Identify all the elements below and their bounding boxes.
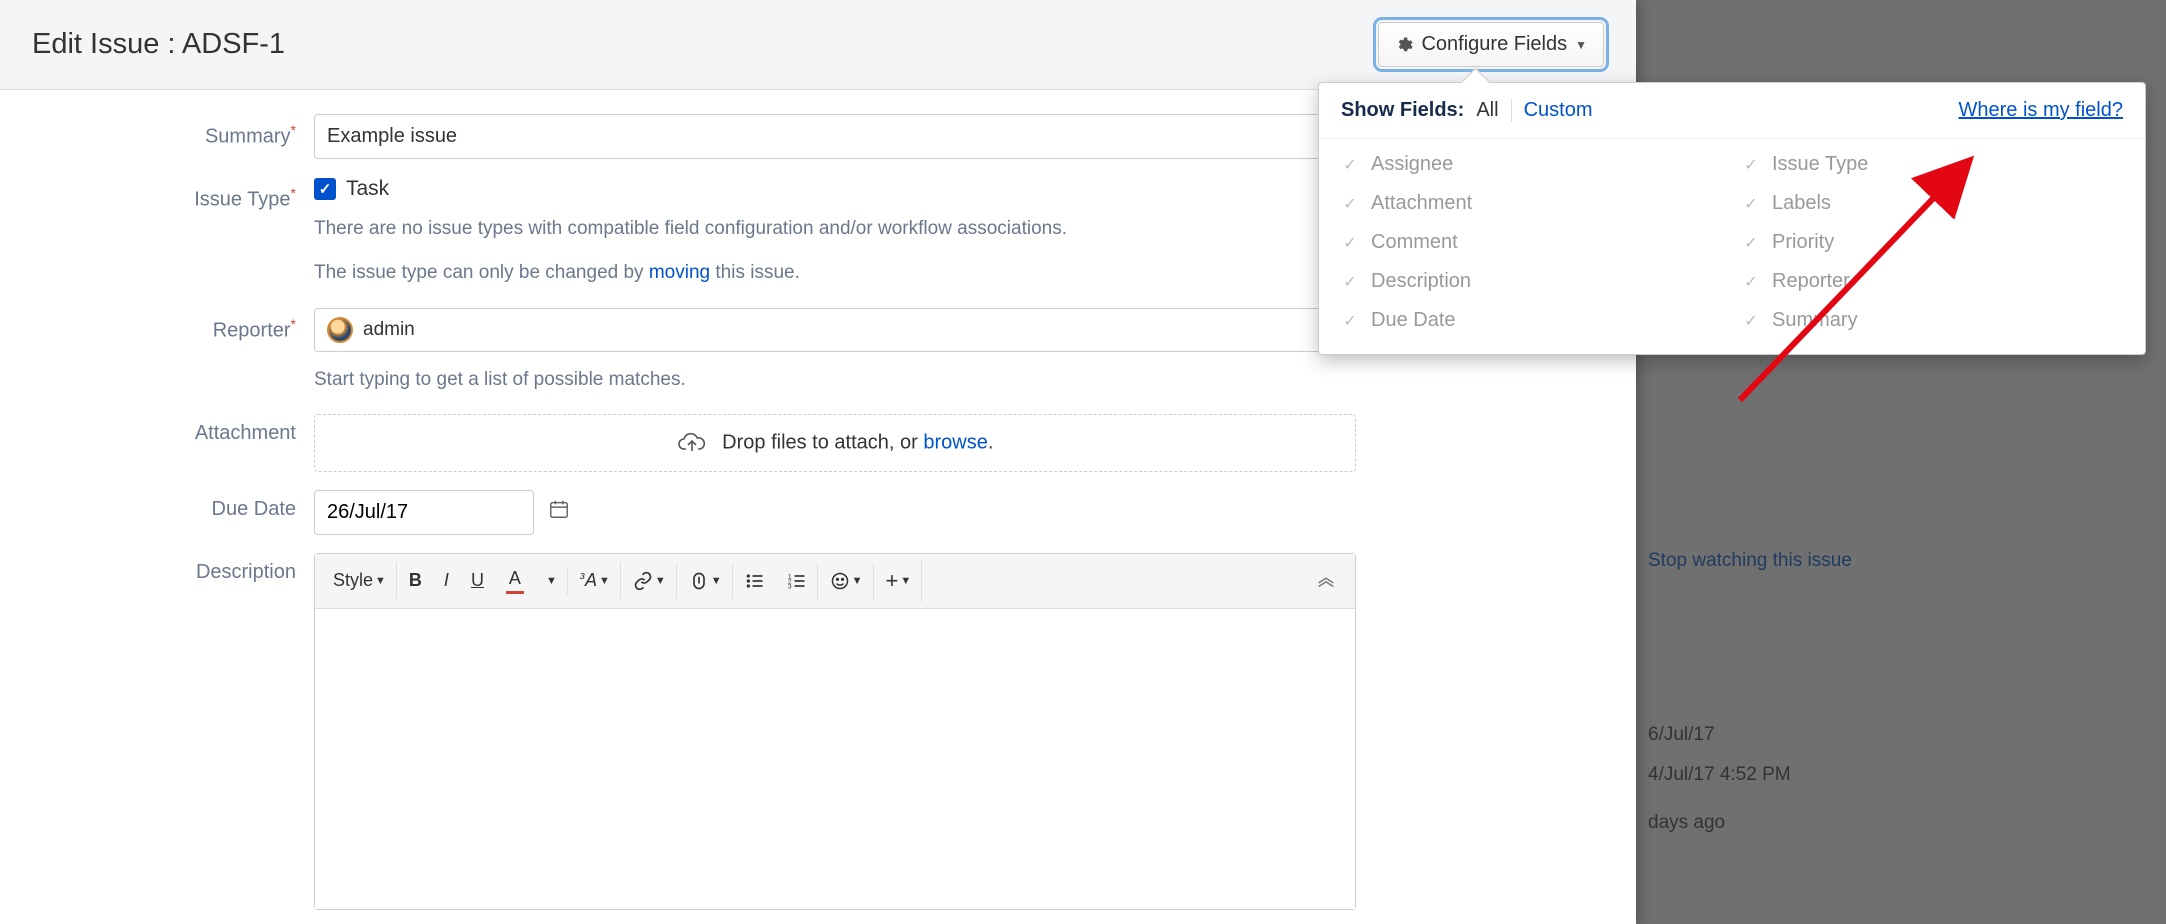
- field-item-attachment[interactable]: ✓Attachment: [1341, 192, 1722, 215]
- check-icon: ✓: [1742, 156, 1760, 174]
- svg-text:3: 3: [787, 583, 791, 590]
- issue-type-helper-1: There are no issue types with compatible…: [314, 213, 1356, 245]
- number-list-icon: 123: [787, 571, 807, 591]
- attachment-dropzone[interactable]: Drop files to attach, or browse.: [314, 414, 1356, 472]
- dialog-title: Edit Issue : ADSF-1: [32, 28, 285, 61]
- description-label: Description: [0, 553, 314, 584]
- field-item-description[interactable]: ✓Description: [1341, 270, 1722, 293]
- check-icon: ✓: [1341, 312, 1359, 330]
- check-icon: ✓: [1742, 234, 1760, 252]
- field-item-priority[interactable]: ✓Priority: [1742, 231, 2123, 254]
- calendar-icon[interactable]: [548, 498, 570, 526]
- rich-text-editor: Style ▼ B I U A ▼ ᴈA ▼ ▼ ▼: [314, 553, 1356, 910]
- field-item-issue-type[interactable]: ✓Issue Type: [1742, 153, 2123, 176]
- bullet-list-icon: [745, 571, 765, 591]
- rte-link-button[interactable]: ▼: [623, 563, 677, 599]
- rte-style-button[interactable]: Style ▼: [323, 562, 397, 599]
- summary-input[interactable]: [314, 114, 1356, 159]
- date-text-2: 4/Jul/17 4:52 PM: [1648, 764, 1791, 786]
- rte-underline-button[interactable]: U: [461, 562, 494, 599]
- configure-fields-dropdown: Show Fields: All Custom Where is my fiel…: [1318, 82, 2146, 355]
- show-fields-custom[interactable]: Custom: [1524, 99, 1593, 122]
- show-fields-all[interactable]: All: [1476, 99, 1511, 122]
- rte-attach-button[interactable]: ▼: [679, 563, 733, 599]
- issue-type-value: ✓ Task: [314, 177, 1356, 201]
- check-icon: ✓: [1742, 273, 1760, 291]
- where-is-my-field-link[interactable]: Where is my field?: [1959, 99, 2124, 122]
- check-icon: ✓: [1742, 312, 1760, 330]
- check-icon: ✓: [1341, 156, 1359, 174]
- rte-bold-button[interactable]: B: [399, 562, 432, 599]
- issue-type-label: Issue Type*: [0, 177, 314, 212]
- rte-italic-button[interactable]: I: [434, 562, 459, 599]
- reporter-value: admin: [363, 319, 415, 341]
- fields-column-2: ✓Issue Type ✓Labels ✓Priority ✓Reporter …: [1742, 153, 2123, 332]
- rte-bullet-list-button[interactable]: [735, 563, 775, 599]
- show-fields-label: Show Fields:: [1341, 99, 1464, 122]
- due-date-label: Due Date: [0, 490, 314, 521]
- date-text-3: days ago: [1648, 812, 1725, 834]
- reporter-label: Reporter*: [0, 308, 314, 343]
- field-item-summary[interactable]: ✓Summary: [1742, 309, 2123, 332]
- field-item-due-date[interactable]: ✓Due Date: [1341, 309, 1722, 332]
- check-icon: ✓: [1341, 234, 1359, 252]
- rte-text-color-button[interactable]: A: [496, 564, 534, 598]
- rte-color-caret[interactable]: ▼: [536, 567, 568, 595]
- field-item-assignee[interactable]: ✓Assignee: [1341, 153, 1722, 176]
- caret-down-icon: ▼: [1575, 38, 1587, 52]
- issue-type-helper-2: The issue type can only be changed by mo…: [314, 257, 1356, 289]
- rte-toolbar: Style ▼ B I U A ▼ ᴈA ▼ ▼ ▼: [315, 554, 1355, 609]
- summary-label: Summary*: [0, 114, 314, 149]
- chevrons-icon: [1315, 574, 1337, 588]
- rte-emoji-button[interactable]: ▼: [820, 563, 874, 599]
- dialog-header: Edit Issue : ADSF-1 Configure Fields ▼: [0, 0, 1636, 90]
- gear-icon: [1395, 36, 1413, 54]
- reporter-helper: Start typing to get a list of possible m…: [314, 364, 1356, 396]
- configure-fields-button[interactable]: Configure Fields ▼: [1378, 22, 1604, 67]
- browse-link[interactable]: browse: [923, 431, 987, 453]
- field-item-labels[interactable]: ✓Labels: [1742, 192, 2123, 215]
- check-icon: ✓: [1742, 195, 1760, 213]
- watch-link[interactable]: Stop watching this issue: [1648, 550, 1852, 572]
- attachment-label: Attachment: [0, 414, 314, 445]
- emoji-icon: [830, 571, 850, 591]
- task-icon: ✓: [314, 178, 336, 200]
- rte-insert-button[interactable]: + ▼: [876, 560, 923, 602]
- due-date-input[interactable]: [314, 490, 534, 535]
- rte-clear-format-button[interactable]: ᴈA ▼: [570, 562, 621, 599]
- check-icon: ✓: [1341, 195, 1359, 213]
- upload-cloud-icon: [677, 431, 707, 455]
- avatar-icon: [327, 317, 353, 343]
- date-text-1: 6/Jul/17: [1648, 724, 1715, 746]
- rte-number-list-button[interactable]: 123: [777, 563, 818, 599]
- edit-issue-dialog: Edit Issue : ADSF-1 Configure Fields ▼ S…: [0, 0, 1636, 924]
- fields-column-1: ✓Assignee ✓Attachment ✓Comment ✓Descript…: [1341, 153, 1722, 332]
- paperclip-icon: [689, 571, 709, 591]
- field-item-reporter[interactable]: ✓Reporter: [1742, 270, 2123, 293]
- link-icon: [633, 571, 653, 591]
- check-icon: ✓: [1341, 273, 1359, 291]
- moving-link[interactable]: moving: [649, 262, 710, 283]
- reporter-input[interactable]: admin: [314, 308, 1356, 352]
- field-item-comment[interactable]: ✓Comment: [1341, 231, 1722, 254]
- configure-fields-label: Configure Fields: [1421, 33, 1567, 56]
- rte-textarea[interactable]: [315, 609, 1355, 909]
- rte-collapse-button[interactable]: [1305, 566, 1347, 596]
